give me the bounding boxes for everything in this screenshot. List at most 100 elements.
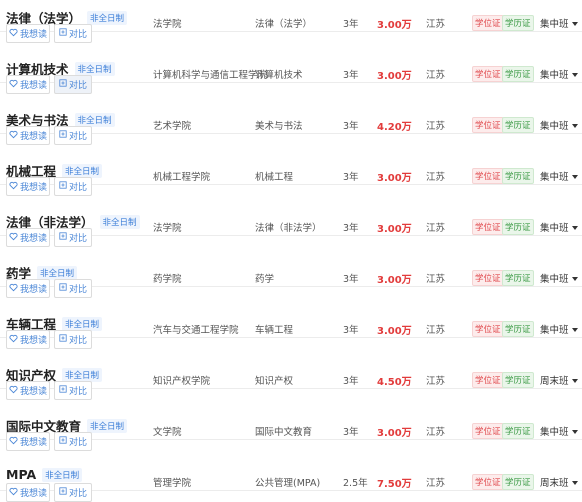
- table-row: 法律（法学） 非全日制 我想读 对比 法学院 法律（法学） 3年 3.00万 江…: [0, 0, 582, 43]
- degree-certificate-badge: 学位证: [472, 423, 504, 439]
- tuition-price: 3.00万: [377, 224, 412, 235]
- major-name: 药学: [255, 274, 275, 285]
- education-certificate-badge: 学历证: [502, 423, 534, 439]
- caret-down-icon: [571, 223, 578, 234]
- class-mode-select[interactable]: 集中班: [540, 271, 578, 285]
- tuition-price: 4.20万: [377, 122, 412, 133]
- college-name: 机械工程学院: [153, 172, 211, 183]
- table-row: MPA 非全日制 我想读 对比 管理学院 公共管理(MPA) 2.5年 7.50…: [0, 440, 582, 502]
- compare-button[interactable]: 对比: [54, 483, 92, 502]
- class-mode-select[interactable]: 集中班: [540, 220, 578, 234]
- degree-certificate-badge: 学位证: [472, 372, 504, 388]
- study-years: 3年: [343, 274, 359, 285]
- tuition-price: 3.00万: [377, 428, 412, 439]
- class-mode-label: 周末班: [540, 478, 569, 489]
- class-mode-select[interactable]: 集中班: [540, 118, 578, 132]
- table-row: 计算机技术 非全日制 我想读 对比 计算机科学与通信工程学院 计算机技术 3年 …: [0, 32, 582, 94]
- table-row: 车辆工程 非全日制 我想读 对比 汽车与交通工程学院 车辆工程 3年 3.00万…: [0, 287, 582, 349]
- table-row: 机械工程 非全日制 我想读 对比 机械工程学院 机械工程 3年 3.00万 江苏…: [0, 134, 582, 196]
- province: 江苏: [426, 19, 446, 30]
- province: 江苏: [426, 223, 446, 234]
- program-title: MPA 非全日制: [6, 467, 83, 482]
- table-row: 美术与书法 非全日制 我想读 对比 艺术学院 美术与书法 3年 4.20万 江苏…: [0, 83, 582, 145]
- major-name: 公共管理(MPA): [255, 478, 321, 489]
- college-name: 法学院: [153, 223, 182, 234]
- degree-certificate-badge: 学位证: [472, 219, 504, 235]
- tuition-price: 3.00万: [377, 326, 412, 337]
- study-years: 3年: [343, 172, 359, 183]
- province: 江苏: [426, 325, 446, 336]
- province: 江苏: [426, 121, 446, 132]
- table-row: 法律（非法学） 非全日制 我想读 对比 法学院 法律（非法学） 3年 3.00万…: [0, 185, 582, 247]
- major-name: 美术与书法: [255, 121, 303, 132]
- education-certificate-badge: 学历证: [502, 15, 534, 31]
- education-certificate-badge: 学历证: [502, 474, 534, 490]
- province: 江苏: [426, 274, 446, 285]
- tuition-price: 3.00万: [377, 275, 412, 286]
- table-row: 知识产权 非全日制 我想读 对比 知识产权学院 知识产权 3年 4.50万 江苏…: [0, 338, 582, 400]
- degree-certificate-badge: 学位证: [472, 168, 504, 184]
- major-name: 计算机技术: [255, 70, 303, 81]
- caret-down-icon: [571, 325, 578, 336]
- study-years: 3年: [343, 223, 359, 234]
- part-time-tag: 非全日制: [42, 467, 83, 482]
- plus-box-icon: [59, 487, 69, 498]
- degree-certificate-badge: 学位证: [472, 117, 504, 133]
- table-row: 药学 非全日制 我想读 对比 药学院 药学 3年 3.00万 江苏 学位证 学历…: [0, 236, 582, 298]
- part-time-tag: 非全日制: [74, 61, 115, 76]
- caret-down-icon: [571, 427, 578, 438]
- compare-label: 对比: [68, 489, 87, 499]
- want-to-study-label: 我想读: [19, 489, 47, 499]
- degree-certificate-badge: 学位证: [472, 321, 504, 337]
- tuition-price: 3.00万: [377, 20, 412, 31]
- class-mode-select[interactable]: 集中班: [540, 322, 578, 336]
- part-time-tag: 非全日制: [74, 112, 115, 127]
- province: 江苏: [426, 376, 446, 387]
- class-mode-label: 集中班: [540, 325, 569, 336]
- study-years: 3年: [343, 19, 359, 30]
- caret-down-icon: [571, 172, 578, 183]
- part-time-tag: 非全日制: [62, 163, 103, 178]
- part-time-tag: 非全日制: [62, 367, 103, 382]
- caret-down-icon: [571, 376, 578, 387]
- program-name[interactable]: MPA: [6, 467, 36, 482]
- part-time-tag: 非全日制: [87, 10, 128, 25]
- study-years: 3年: [343, 121, 359, 132]
- education-certificate-badge: 学历证: [502, 219, 534, 235]
- part-time-tag: 非全日制: [37, 265, 78, 280]
- province: 江苏: [426, 478, 446, 489]
- major-name: 机械工程: [255, 172, 294, 183]
- caret-down-icon: [571, 121, 578, 132]
- study-years: 3年: [343, 70, 359, 81]
- class-mode-select[interactable]: 集中班: [540, 169, 578, 183]
- class-mode-select[interactable]: 集中班: [540, 16, 578, 30]
- caret-down-icon: [571, 70, 578, 81]
- study-years: 2.5年: [343, 478, 368, 489]
- want-to-study-button[interactable]: 我想读: [6, 483, 50, 502]
- class-mode-select[interactable]: 周末班: [540, 475, 578, 489]
- college-name: 知识产权学院: [153, 376, 211, 387]
- class-mode-select[interactable]: 集中班: [540, 67, 578, 81]
- college-name: 法学院: [153, 19, 182, 30]
- major-name: 法律（法学）: [255, 19, 313, 30]
- action-buttons: 我想读 对比: [6, 483, 92, 502]
- college-name: 文学院: [153, 427, 182, 438]
- class-mode-label: 集中班: [540, 121, 569, 132]
- tuition-price: 3.00万: [377, 173, 412, 184]
- degree-certificate-badge: 学位证: [472, 66, 504, 82]
- class-mode-select[interactable]: 周末班: [540, 373, 578, 387]
- table-row: 国际中文教育 非全日制 我想读 对比 文学院 国际中文教育 3年 3.00万 江…: [0, 389, 582, 451]
- education-certificate-badge: 学历证: [502, 270, 534, 286]
- education-certificate-badge: 学历证: [502, 117, 534, 133]
- class-mode-label: 集中班: [540, 274, 569, 285]
- class-mode-select[interactable]: 集中班: [540, 424, 578, 438]
- heart-icon: [9, 487, 20, 499]
- degree-certificate-badge: 学位证: [472, 270, 504, 286]
- tuition-price: 7.50万: [377, 479, 412, 490]
- college-name: 药学院: [153, 274, 182, 285]
- caret-down-icon: [571, 274, 578, 285]
- class-mode-label: 集中班: [540, 19, 569, 30]
- degree-certificate-badge: 学位证: [472, 15, 504, 31]
- college-name: 计算机科学与通信工程学院: [153, 70, 268, 81]
- study-years: 3年: [343, 376, 359, 387]
